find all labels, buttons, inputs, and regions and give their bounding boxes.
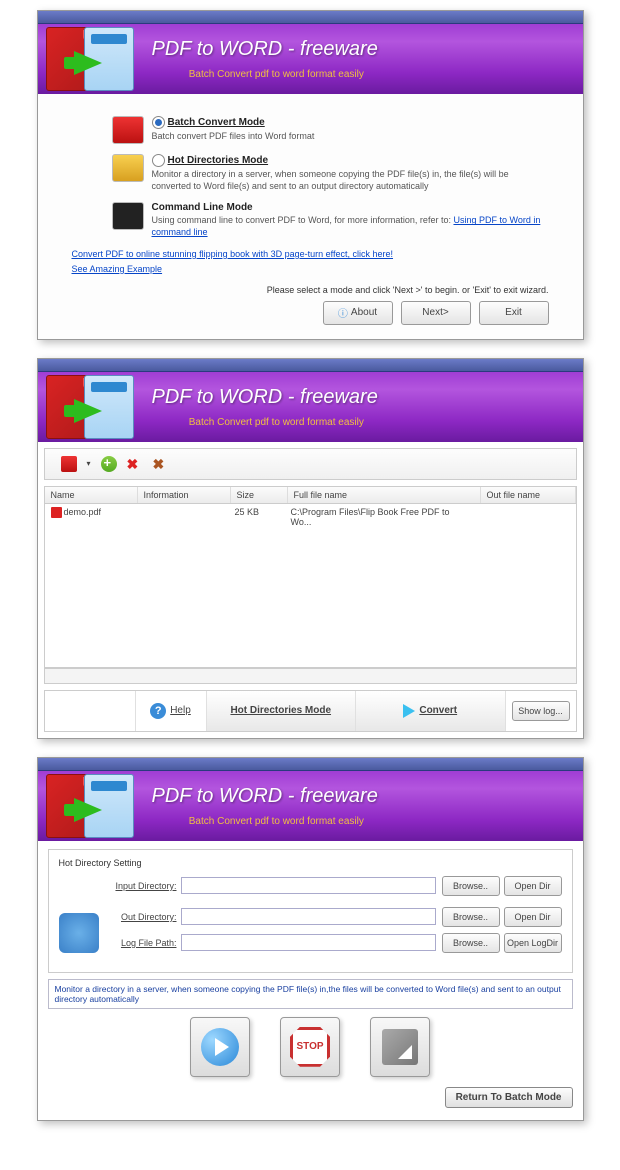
radio-hot[interactable]	[152, 154, 165, 167]
delete-all-icon[interactable]: ✖	[153, 456, 169, 472]
app-logo	[46, 27, 134, 91]
action-bar: ?Help Hot Directories Mode Convert Show …	[44, 690, 577, 732]
app-logo	[46, 375, 134, 439]
hotdir-note: Monitor a directory in a server, when so…	[48, 979, 573, 1009]
open-log-button[interactable]: Open LogDir	[504, 933, 562, 953]
help-icon: ?	[150, 703, 166, 719]
add-file-icon[interactable]	[61, 456, 77, 472]
out-dir-label: Out Directory:	[109, 912, 181, 922]
folder-icon	[112, 154, 144, 182]
header: PDF to WORD - freeware Batch Convert pdf…	[38, 24, 583, 94]
mode-batch-desc: Batch convert PDF files into Word format	[152, 131, 322, 143]
browse-input-button[interactable]: Browse..	[442, 876, 500, 896]
col-name[interactable]: Name	[45, 487, 138, 503]
titlebar[interactable]	[38, 758, 583, 771]
file-list: Name Information Size Full file name Out…	[44, 486, 577, 668]
mode-batch[interactable]: Batch Convert Mode Batch convert PDF fil…	[112, 116, 549, 144]
about-button[interactable]: ⓘAbout	[323, 301, 393, 325]
hotdir-window: PDF to WORD - freewareBatch Convert pdf …	[37, 757, 584, 1121]
minimize-icon	[382, 1029, 418, 1065]
mode-cmd-title: Command Line Mode	[152, 202, 253, 213]
mode-hot-title: Hot Directories Mode	[168, 155, 269, 166]
out-dir-field[interactable]	[181, 908, 436, 925]
col-full[interactable]: Full file name	[288, 487, 481, 503]
log-path-label: Log File Path:	[109, 938, 181, 948]
table-row[interactable]: demo.pdf 25 KB C:\Program Files\Flip Boo…	[45, 504, 576, 530]
mode-cmd: Command Line Mode Using command line to …	[112, 202, 549, 238]
h-scrollbar[interactable]	[44, 668, 577, 684]
showlog-button[interactable]: Show log...	[506, 691, 576, 731]
header-title: PDF to WORD - freeware	[152, 38, 378, 61]
delete-icon[interactable]: ✖	[127, 456, 143, 472]
browse-out-button[interactable]: Browse..	[442, 907, 500, 927]
titlebar[interactable]	[38, 11, 583, 24]
titlebar[interactable]	[38, 359, 583, 372]
batch-window: PDF to WORD - freewareBatch Convert pdf …	[37, 358, 584, 739]
fieldset-legend: Hot Directory Setting	[59, 858, 562, 868]
header: PDF to WORD - freewareBatch Convert pdf …	[38, 372, 583, 442]
input-dir-label: Input Directory:	[109, 881, 181, 891]
wizard-hint: Please select a mode and click 'Next >' …	[72, 285, 549, 295]
flip-link[interactable]: Convert PDF to online stunning flipping …	[72, 249, 394, 259]
col-size[interactable]: Size	[231, 487, 288, 503]
mode-hot-desc: Monitor a directory in a server, when so…	[152, 169, 549, 192]
start-button[interactable]	[190, 1017, 250, 1077]
mode-hot[interactable]: Hot Directories Mode Monitor a directory…	[112, 154, 549, 192]
app-logo	[46, 774, 134, 838]
help-button[interactable]: ?Help	[136, 691, 207, 731]
hotdir-fieldset: Hot Directory Setting Input Directory: B…	[48, 849, 573, 973]
dvd-icon	[112, 202, 144, 230]
header: PDF to WORD - freewareBatch Convert pdf …	[38, 771, 583, 841]
pdf-icon	[112, 116, 144, 144]
stop-button[interactable]: STOP	[280, 1017, 340, 1077]
wizard-window: PDF to WORD - freeware Batch Convert pdf…	[37, 10, 584, 340]
log-path-field[interactable]	[181, 934, 436, 951]
header-subtitle: Batch Convert pdf to word format easily	[152, 69, 378, 80]
open-out-button[interactable]: Open Dir	[504, 907, 562, 927]
add-icon[interactable]	[101, 456, 117, 472]
open-input-button[interactable]: Open Dir	[504, 876, 562, 896]
input-dir-field[interactable]	[181, 877, 436, 894]
browse-log-button[interactable]: Browse..	[442, 933, 500, 953]
col-out[interactable]: Out file name	[481, 487, 576, 503]
pdf-file-icon	[51, 507, 62, 518]
next-button[interactable]: Next>	[401, 301, 471, 325]
exit-button[interactable]: Exit	[479, 301, 549, 325]
table-header: Name Information Size Full file name Out…	[45, 487, 576, 504]
mode-batch-title: Batch Convert Mode	[168, 117, 265, 128]
play-icon	[201, 1028, 239, 1066]
toolbar: ▾ ✖ ✖	[44, 448, 577, 480]
play-icon	[403, 704, 415, 718]
example-link[interactable]: See Amazing Example	[72, 264, 163, 274]
hot-mode-button[interactable]: Hot Directories Mode	[207, 691, 357, 731]
mode-cmd-desc: Using command line to convert PDF to Wor…	[152, 215, 549, 238]
minimize-button[interactable]	[370, 1017, 430, 1077]
spacer	[45, 691, 136, 731]
col-info[interactable]: Information	[138, 487, 231, 503]
globe-folder-icon	[59, 913, 99, 953]
stop-icon: STOP	[290, 1027, 330, 1067]
convert-button[interactable]: Convert	[356, 691, 506, 731]
radio-batch[interactable]	[152, 116, 165, 129]
return-button[interactable]: Return To Batch Mode	[445, 1087, 573, 1108]
